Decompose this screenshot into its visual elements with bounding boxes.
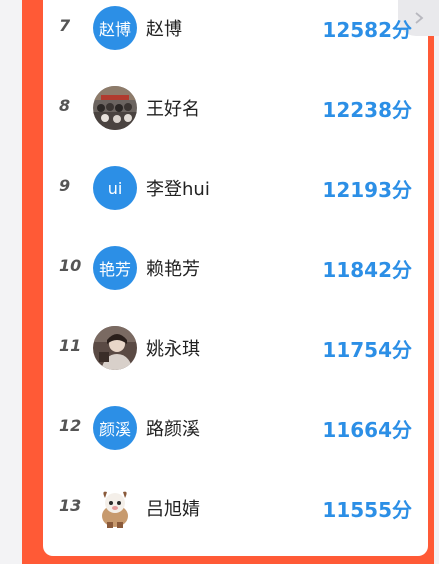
avatar-initials: 赵博: [98, 20, 131, 39]
leaderboard-row[interactable]: 8 王好名 12238分: [43, 82, 428, 130]
user-name: 路颜溪: [146, 419, 200, 440]
avatar-initials: 艳芳: [98, 260, 131, 279]
avatar-initials: 颜溪: [98, 420, 131, 439]
user-name: 赵博: [146, 19, 182, 40]
user-score: 12238分: [322, 98, 412, 122]
avatar: [93, 486, 137, 530]
avatar: [93, 326, 137, 370]
user-name: 姚永琪: [146, 339, 200, 360]
avatar: [93, 86, 137, 130]
rank-number: 12: [59, 416, 82, 435]
rank-number: 11: [59, 336, 82, 355]
leaderboard-row[interactable]: 13 吕旭婧 11555分: [43, 482, 428, 530]
rank-number: 10: [59, 256, 82, 275]
leaderboard-row[interactable]: 12 颜溪 路颜溪 11664分: [43, 402, 428, 450]
rank-number: 7: [59, 16, 71, 35]
user-score: 11664分: [322, 418, 412, 442]
cartoon-avatar-icon: [93, 486, 137, 530]
leaderboard-row[interactable]: 11 姚永琪 11754分: [43, 322, 428, 370]
avatar: 赵博: [93, 6, 137, 50]
user-score: 12193分: [322, 178, 412, 202]
rank-number: 13: [59, 496, 82, 515]
avatar: ui: [93, 166, 137, 210]
rank-number: 8: [59, 96, 71, 115]
user-name: 吕旭婧: [146, 499, 200, 520]
user-score: 11555分: [322, 498, 412, 522]
avatar-initials: ui: [107, 178, 123, 198]
user-score: 11842分: [322, 258, 412, 282]
rank-number: 9: [59, 176, 71, 195]
user-name: 王好名: [146, 99, 200, 120]
avatar: 颜溪: [93, 406, 137, 450]
person-photo-avatar-icon: [93, 326, 137, 370]
user-name: 李登hui: [146, 179, 210, 200]
user-name: 赖艳芳: [146, 259, 200, 280]
leaderboard-page: 7 赵博 赵博 12582分 8 王好名 12238分 9 ui 李登hui 1…: [0, 0, 439, 564]
leaderboard-row[interactable]: 7 赵博 赵博 12582分: [43, 2, 428, 50]
user-score: 12582分: [322, 18, 412, 42]
user-score: 11754分: [322, 338, 412, 362]
avatar: 艳芳: [93, 246, 137, 290]
group-photo-avatar-icon: [93, 86, 137, 130]
leaderboard-row[interactable]: 10 艳芳 赖艳芳 11842分: [43, 242, 428, 290]
leaderboard-row[interactable]: 9 ui 李登hui 12193分: [43, 162, 428, 210]
